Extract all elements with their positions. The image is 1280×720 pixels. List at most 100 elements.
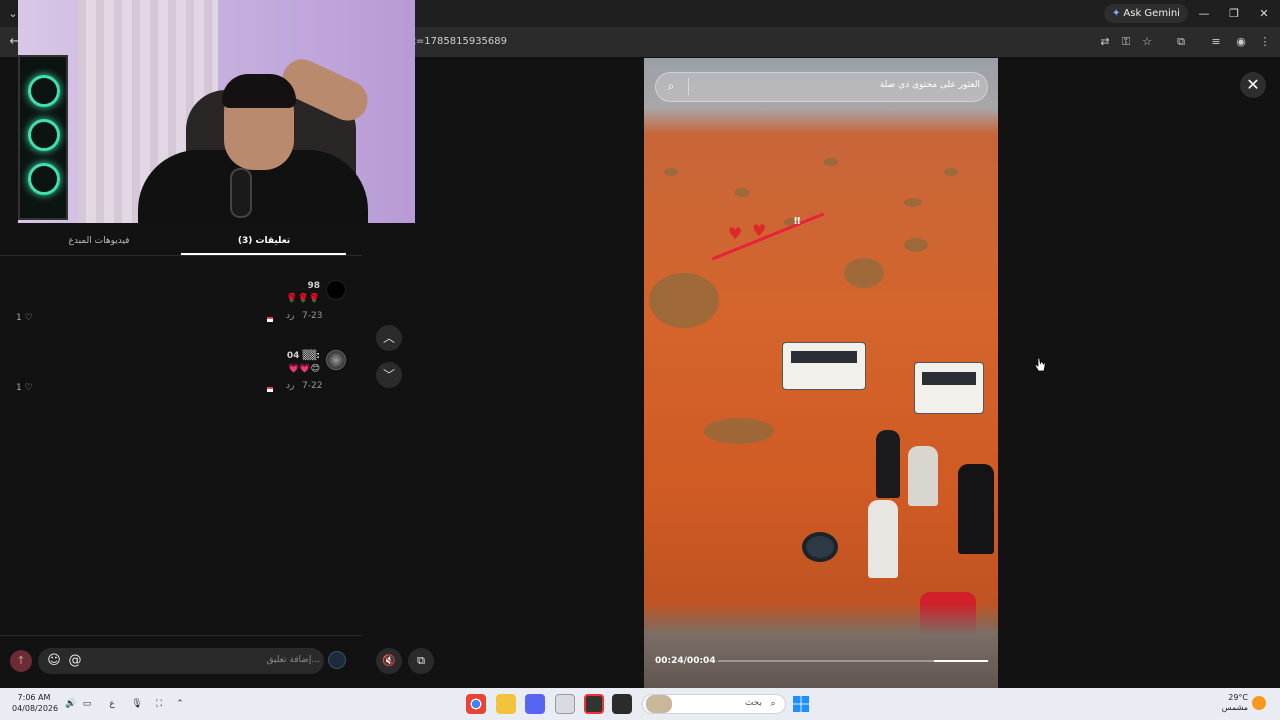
extensions-puzzle-icon[interactable]: ⧉ [1172,34,1190,50]
video-frame[interactable]: ♥ ♥ ‼ [644,58,998,688]
taskbar-clock[interactable]: 7:06 AM 04/08/2026 [12,692,59,714]
emoji-icon[interactable]: ☺ [46,653,62,669]
windows-taskbar [0,688,1280,720]
gemini-spark-icon: ✦ [1112,8,1121,19]
desert-shrub [649,273,719,328]
pc-fan [28,75,60,107]
country-flag-icon [267,387,273,392]
translate-icon[interactable]: ⇄ [1096,34,1114,50]
streamer-webcam [18,0,415,223]
desert-shrub [824,158,838,166]
desert-shrub [904,238,928,252]
chevron-up-icon[interactable]: ⌃ [173,697,187,711]
search-icon[interactable]: ⌕ [663,78,679,94]
person-figure [868,500,898,578]
comment-reply-button[interactable]: رد [286,381,294,391]
comment-username[interactable]: 04 ▒▒: [240,351,320,361]
clock-date: 04/08/2026 [12,704,59,713]
discord-icon[interactable] [525,694,545,714]
spare-tire [802,532,838,562]
comment-text: 🌹🌹🌹 [286,294,320,304]
search-placeholder: العثور على محتوى ذي صلة [879,80,980,90]
settings-gear-icon[interactable] [555,694,575,714]
comment-username[interactable]: 98 [240,281,320,291]
input-divider [0,635,362,636]
address-bar-url[interactable]: t=1785815935689 [412,36,507,47]
comment-date: 7-23 [302,311,323,321]
clock-time: 7:06 AM [17,693,51,702]
menu-kebab-icon[interactable]: ⋮ [1256,34,1274,50]
minimize-button[interactable]: — [1190,4,1218,23]
country-flag-icon [267,317,273,322]
webcam-microphone [230,168,252,218]
desert-shrub [944,168,958,176]
comment-input-placeholder: إضافة تعليق... [266,655,320,665]
weather-widget[interactable]: 29°C مشمس [1208,693,1248,713]
sticker-heart: ♥ [728,224,743,243]
chrome-app-icon[interactable] [466,694,486,714]
desert-shrub [904,198,922,207]
close-player-button[interactable]: ✕ [1240,72,1266,98]
rock-foreground [644,603,998,688]
comment-date: 7-22 [302,381,323,391]
video-progress-bar[interactable] [718,660,988,662]
search-highlight-icon [646,695,672,713]
comment-avatar[interactable] [326,280,346,300]
password-key-icon[interactable]: ⚿ [1117,34,1135,50]
comments-panel [0,223,362,688]
previous-video-button[interactable]: ︿ [376,325,402,351]
close-window-button[interactable]: ✕ [1250,4,1278,23]
hand-cursor-icon [1034,357,1046,372]
comment-text: 💗💗😊 [288,364,320,374]
taskbar-search-text: بحث [744,698,762,708]
ask-gemini-label: Ask Gemini [1123,8,1180,19]
pc-fan [28,163,60,195]
person-figure [876,430,900,498]
send-comment-button[interactable]: ↑ [10,650,32,672]
person-figure [908,446,938,506]
comment-like-button[interactable]: 1 ♡ [16,313,33,323]
restore-button[interactable]: ❐ [1220,4,1248,23]
network-icon[interactable]: ▭ [80,697,94,711]
volume-icon[interactable]: 🔊 [64,697,78,711]
next-video-button[interactable]: ﹀ [376,362,402,388]
webcam-pc-case [18,55,68,220]
comment-like-button[interactable]: 1 ♡ [16,383,33,393]
tab-comments[interactable]: (3) تعليقات [179,236,349,246]
profile-avatar-icon[interactable]: ◉ [1232,34,1250,50]
sticker-marks: ‼ [794,216,801,227]
picture-in-picture-button[interactable]: ⧉ [408,648,434,674]
video-time: 00:24/00:04 [655,656,716,666]
desert-shrub [664,168,678,176]
current-user-avatar [328,651,346,669]
tray-app-icon[interactable]: ⛶ [152,697,166,711]
person-figure [958,464,994,554]
search-divider [688,78,689,95]
desert-shrub [844,258,884,288]
media-controls-icon[interactable]: ≡ [1207,34,1225,50]
white-suv [782,342,866,390]
weather-condition: مشمس [1221,703,1248,712]
ask-gemini-button[interactable]: ✦ Ask Gemini [1104,4,1188,23]
comment-reply-button[interactable]: رد [286,311,294,321]
pc-fan [28,119,60,151]
file-explorer-icon[interactable] [496,694,516,714]
video-progress-fill [934,660,988,662]
mute-button[interactable]: 🔇 [376,648,402,674]
bookmark-star-icon[interactable]: ☆ [1138,34,1156,50]
desert-shrub [734,188,750,197]
microphone-icon[interactable]: 🎙 [130,697,144,711]
recording-app-icon[interactable] [584,694,604,714]
comment-avatar[interactable] [326,350,346,370]
tab-creator-videos[interactable]: فيديوهات المبدع [14,236,184,246]
sun-icon [1252,696,1266,710]
mention-icon[interactable]: @ [67,653,83,669]
tabs-divider [0,255,362,256]
obs-app-icon[interactable] [612,694,632,714]
white-suv [914,362,984,414]
webcam-person-hair [222,74,296,108]
sticker-heart: ♥ [752,221,767,240]
search-icon[interactable]: ⌕ [766,697,780,711]
windows-start-icon[interactable] [793,696,809,712]
input-language-indicator[interactable]: ع [105,697,119,711]
